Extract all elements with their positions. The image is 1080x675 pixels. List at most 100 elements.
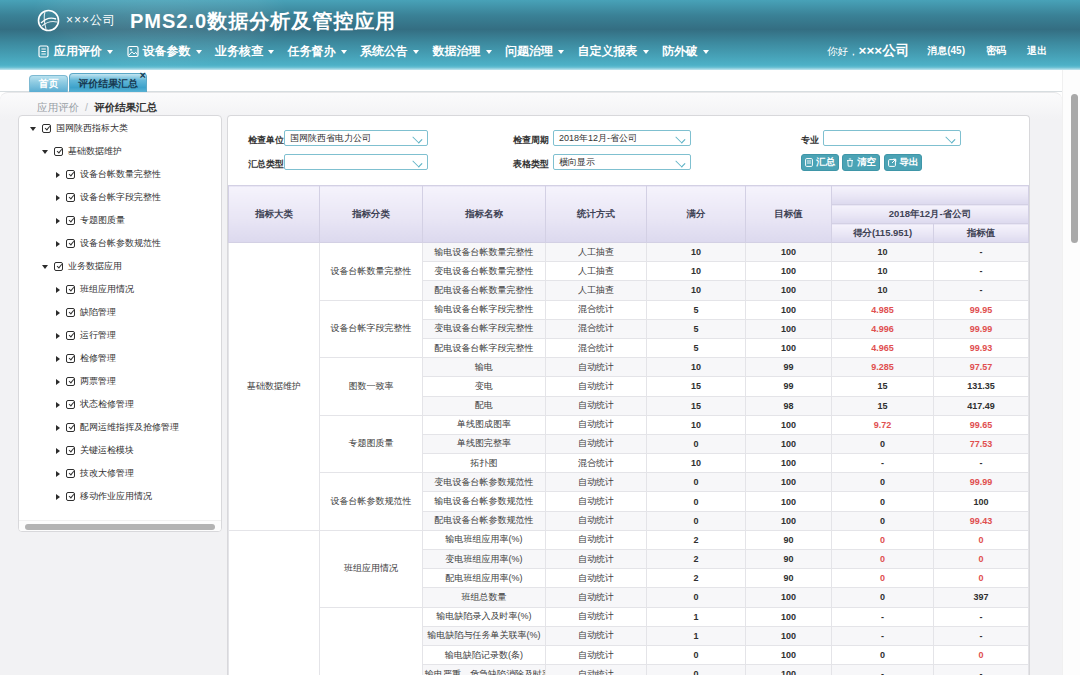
page-scrollbar-thumb[interactable] bbox=[1071, 94, 1078, 243]
tree-checkbox[interactable] bbox=[66, 400, 75, 409]
tree-checkbox[interactable] bbox=[66, 239, 75, 248]
tree-collapse-icon[interactable] bbox=[56, 356, 60, 362]
tab-close-icon[interactable]: × bbox=[140, 70, 146, 80]
clear-button[interactable]: 清空 bbox=[842, 154, 880, 171]
tree-checkbox[interactable] bbox=[66, 469, 75, 478]
nav-item-5[interactable]: 数据治理 bbox=[433, 43, 492, 60]
tree-item-11[interactable]: 两票管理 bbox=[19, 370, 221, 393]
nav-item-6[interactable]: 问题治理 bbox=[505, 43, 564, 60]
summarize-doc-icon bbox=[805, 158, 813, 167]
method-cell: 自动统计 bbox=[546, 492, 647, 511]
breadcrumb-parent[interactable]: 应用评价 bbox=[37, 101, 79, 113]
method-cell: 混合统计 bbox=[546, 338, 647, 357]
check-unit-label: 检查单位 bbox=[248, 134, 284, 147]
nav-item-2[interactable]: 业务核查 bbox=[215, 43, 274, 60]
nav-item-1[interactable]: 设备参数 bbox=[127, 43, 202, 60]
nav-item-4[interactable]: 系统公告 bbox=[360, 43, 419, 60]
tree-collapse-icon[interactable] bbox=[56, 402, 60, 408]
value-cell: 397 bbox=[934, 588, 1029, 607]
tree-item-2[interactable]: 设备台帐数量完整性 bbox=[19, 163, 221, 186]
tree-item-5[interactable]: 设备台帐参数规范性 bbox=[19, 232, 221, 255]
tree-item-10[interactable]: 检修管理 bbox=[19, 347, 221, 370]
user-bar: 你好，×××公司 消息(45) 密码 退出 bbox=[827, 40, 1047, 62]
chevron-down-icon bbox=[412, 157, 422, 167]
tree-collapse-icon[interactable] bbox=[56, 310, 60, 316]
tree-item-9[interactable]: 运行管理 bbox=[19, 324, 221, 347]
tree-checkbox[interactable] bbox=[54, 147, 63, 156]
value-cell: - bbox=[934, 626, 1029, 645]
check-period-select[interactable]: 2018年12月-省公司 bbox=[553, 130, 691, 146]
tree-item-1[interactable]: 基础数据维护 bbox=[19, 140, 221, 163]
page-vertical-scrollbar[interactable] bbox=[1062, 70, 1080, 675]
tree-checkbox[interactable] bbox=[66, 423, 75, 432]
tree-item-3[interactable]: 设备台帐字段完整性 bbox=[19, 186, 221, 209]
tree-item-label: 关键运检模块 bbox=[80, 444, 134, 457]
table-type-label: 表格类型 bbox=[513, 158, 549, 171]
messages-link[interactable]: 消息(45) bbox=[927, 44, 965, 58]
tree-checkbox[interactable] bbox=[66, 492, 75, 501]
full-score-cell: 2 bbox=[647, 569, 746, 588]
tree-item-15[interactable]: 技改大修管理 bbox=[19, 462, 221, 485]
tree-checkbox[interactable] bbox=[66, 216, 75, 225]
tree-checkbox[interactable] bbox=[66, 193, 75, 202]
target-cell: 100 bbox=[746, 338, 832, 357]
tab-home[interactable]: 首页 bbox=[29, 75, 68, 92]
tree-collapse-icon[interactable] bbox=[56, 471, 60, 477]
tree-checkbox[interactable] bbox=[66, 170, 75, 179]
tree-collapse-icon[interactable] bbox=[56, 241, 60, 247]
tree-item-16[interactable]: 移动作业应用情况 bbox=[19, 485, 221, 508]
table-type-select[interactable]: 横向显示 bbox=[553, 154, 691, 170]
tree-item-12[interactable]: 状态检修管理 bbox=[19, 393, 221, 416]
nav-item-7[interactable]: 自定义报表 bbox=[578, 43, 649, 60]
tree-item-14[interactable]: 关键运检模块 bbox=[19, 439, 221, 462]
tree-expand-icon[interactable] bbox=[42, 150, 48, 154]
tree-checkbox[interactable] bbox=[66, 377, 75, 386]
tree-item-13[interactable]: 配网运维指挥及抢修管理 bbox=[19, 416, 221, 439]
specialty-select[interactable] bbox=[823, 130, 961, 146]
tree-collapse-icon[interactable] bbox=[56, 494, 60, 500]
tree-item-0[interactable]: 国网陕西指标大类 bbox=[19, 117, 221, 140]
tree-collapse-icon[interactable] bbox=[56, 333, 60, 339]
tree-expand-icon[interactable] bbox=[30, 127, 36, 131]
target-cell: 100 bbox=[746, 415, 832, 434]
method-cell: 混合统计 bbox=[546, 319, 647, 338]
nav-item-0[interactable]: 应用评价 bbox=[38, 43, 113, 60]
tree-collapse-icon[interactable] bbox=[56, 448, 60, 454]
tree-item-6[interactable]: 业务数据应用 bbox=[19, 255, 221, 278]
check-unit-select[interactable]: 国网陕西省电力公司 bbox=[284, 130, 428, 146]
tab-evaluation-summary[interactable]: 评价结果汇总× bbox=[69, 73, 147, 92]
tree-expand-icon[interactable] bbox=[42, 265, 48, 269]
indicator-name-cell: 单线图成图率 bbox=[423, 415, 546, 434]
sidebar-horizontal-scrollbar[interactable] bbox=[19, 520, 221, 531]
tree-collapse-icon[interactable] bbox=[56, 287, 60, 293]
tree-checkbox[interactable] bbox=[42, 124, 51, 133]
tree-item-8[interactable]: 缺陷管理 bbox=[19, 301, 221, 324]
tree-collapse-icon[interactable] bbox=[56, 195, 60, 201]
summarize-button[interactable]: 汇总 bbox=[801, 154, 839, 171]
tree-checkbox[interactable] bbox=[66, 331, 75, 340]
export-button[interactable]: 导出 bbox=[884, 154, 922, 171]
tree-checkbox[interactable] bbox=[66, 308, 75, 317]
tree-checkbox[interactable] bbox=[66, 285, 75, 294]
tree-collapse-icon[interactable] bbox=[56, 172, 60, 178]
tree-checkbox[interactable] bbox=[66, 446, 75, 455]
target-cell: 100 bbox=[746, 665, 832, 675]
logout-link[interactable]: 退出 bbox=[1027, 44, 1047, 58]
summary-type-select[interactable] bbox=[284, 154, 428, 170]
target-cell: 100 bbox=[746, 645, 832, 664]
target-cell: 100 bbox=[746, 607, 832, 626]
tree-checkbox[interactable] bbox=[54, 262, 63, 271]
button-label: 清空 bbox=[857, 156, 876, 169]
tree-item-4[interactable]: 专题图质量 bbox=[19, 209, 221, 232]
password-link[interactable]: 密码 bbox=[986, 44, 1006, 58]
period-header: 2018年12月-省公司 bbox=[832, 205, 1029, 224]
tree-collapse-icon[interactable] bbox=[56, 425, 60, 431]
indicator-name-cell: 配电设备台帐字段完整性 bbox=[423, 338, 546, 357]
tree-collapse-icon[interactable] bbox=[56, 379, 60, 385]
tree-collapse-icon[interactable] bbox=[56, 218, 60, 224]
nav-item-3[interactable]: 任务督办 bbox=[288, 43, 347, 60]
nav-item-8[interactable]: 防外破 bbox=[662, 43, 709, 60]
tree-checkbox[interactable] bbox=[66, 354, 75, 363]
tree-item-7[interactable]: 班组应用情况 bbox=[19, 278, 221, 301]
sidebar-scrollbar-thumb[interactable] bbox=[25, 524, 215, 530]
